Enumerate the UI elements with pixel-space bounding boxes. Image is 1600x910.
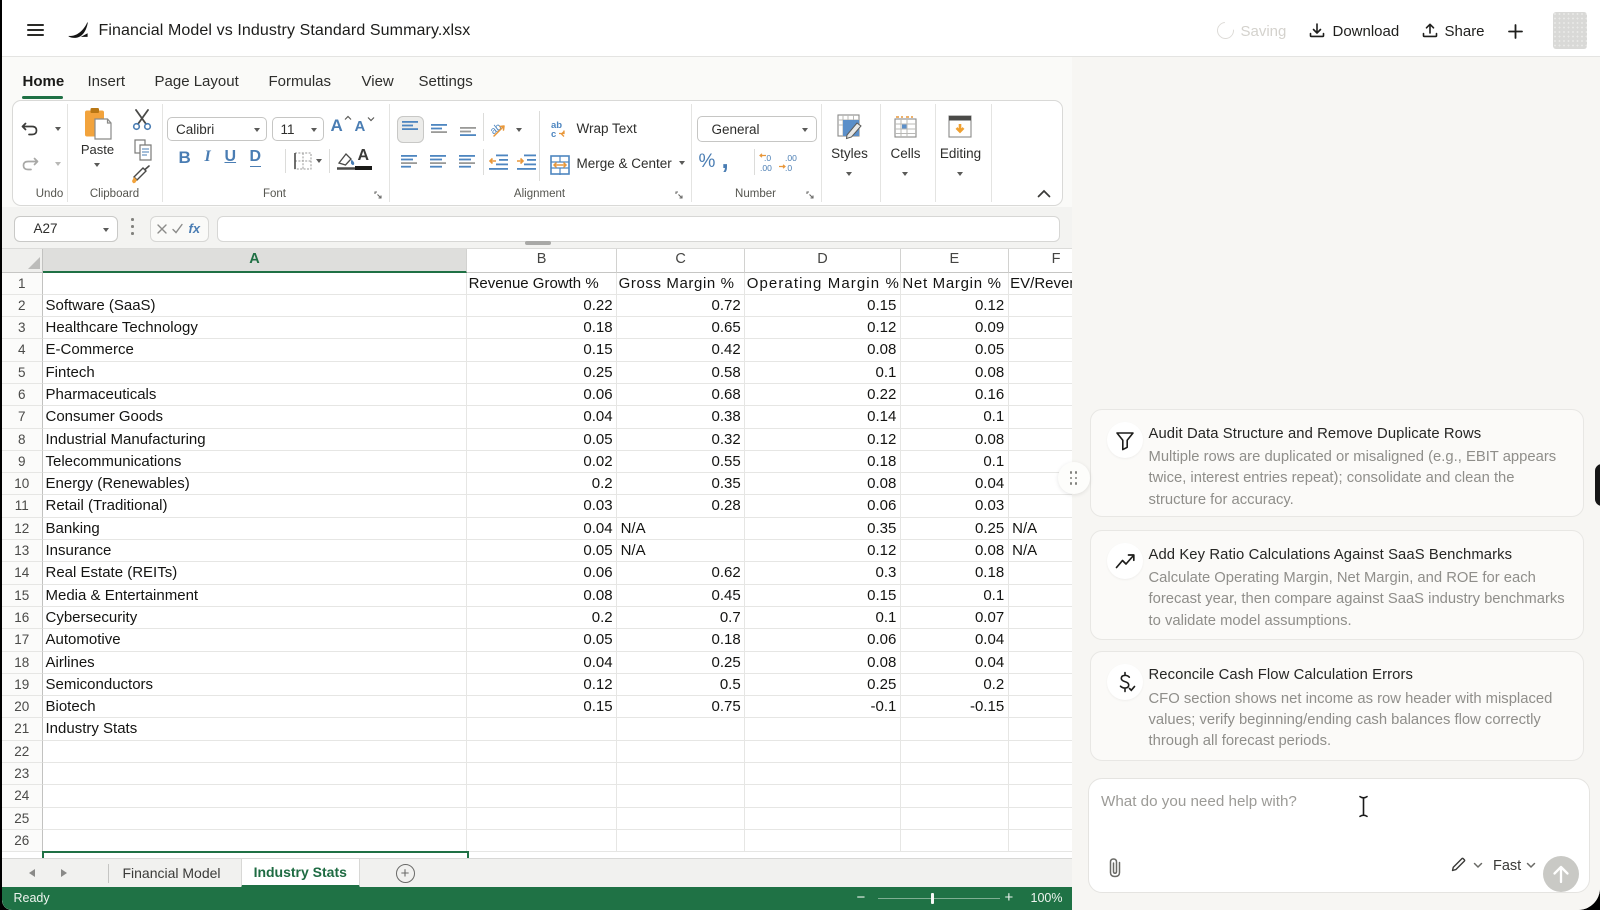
svg-text:.00: .00	[785, 153, 797, 163]
svg-text:ab: ab	[490, 121, 504, 137]
svg-text:.0: .0	[785, 163, 792, 173]
svg-text:.00: .00	[760, 163, 772, 173]
svg-text:.0: .0	[764, 153, 771, 163]
svg-text:c: c	[551, 129, 556, 139]
